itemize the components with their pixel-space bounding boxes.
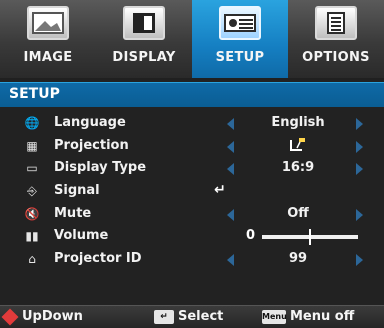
enter-icon: ↵ xyxy=(154,310,174,324)
footer-hints: UpDown ↵ Select Menu Menu off xyxy=(0,305,384,328)
menu-tabs: IMAGE DISPLAY SETUP OPTIONS xyxy=(0,0,384,80)
right-arrow-icon[interactable] xyxy=(356,163,363,175)
menu-item-label: Projection xyxy=(54,138,129,153)
projector-id-icon: ⌂ xyxy=(28,252,36,266)
image-icon xyxy=(27,6,69,40)
enter-symbol: ↵ xyxy=(214,182,226,198)
tab-setup[interactable]: SETUP xyxy=(192,0,289,78)
left-arrow-icon[interactable] xyxy=(227,254,234,266)
left-arrow-icon[interactable] xyxy=(227,163,234,175)
projection-icon: ▦ xyxy=(26,139,38,153)
signal-icon: ⎆ xyxy=(27,184,37,198)
volume-value: 0 xyxy=(246,228,256,243)
section-header: SETUP xyxy=(0,82,384,107)
right-arrow-icon[interactable] xyxy=(356,141,363,153)
tab-display[interactable]: DISPLAY xyxy=(96,0,193,78)
projector-osd: IMAGE DISPLAY SETUP OPTIONS SETUP 🌐 Lang… xyxy=(0,0,384,328)
menu-item-label: Volume xyxy=(54,228,109,243)
menu-item-projector-id[interactable]: ⌂ Projector ID 99 xyxy=(0,248,384,270)
tab-options-label: OPTIONS xyxy=(302,50,370,65)
tab-options[interactable]: OPTIONS xyxy=(288,0,384,78)
menu-item-signal[interactable]: ⎆ Signal ↵ xyxy=(0,180,384,202)
projection-mode-icon xyxy=(258,136,338,158)
menu-icon: Menu xyxy=(262,310,287,324)
menu-item-label: Display Type xyxy=(54,160,147,175)
mute-icon: 🔇 xyxy=(24,207,40,221)
menu-item-volume[interactable]: ▮▮ Volume 0 xyxy=(0,225,384,247)
volume-icon: ▮▮ xyxy=(25,229,39,243)
tab-display-label: DISPLAY xyxy=(112,50,176,65)
menu-off-label: Menu off xyxy=(290,309,355,324)
left-arrow-icon[interactable] xyxy=(227,118,234,130)
menu-item-mute[interactable]: 🔇 Mute Off xyxy=(0,203,384,225)
menu-item-label: Signal xyxy=(54,183,100,198)
menu-item-value: English xyxy=(271,115,325,130)
menu-item-label: Projector ID xyxy=(54,251,142,266)
updown-icon xyxy=(1,308,19,326)
language-icon: 🌐 xyxy=(24,116,40,130)
left-arrow-icon[interactable] xyxy=(227,209,234,221)
right-arrow-icon[interactable] xyxy=(356,254,363,266)
menu-item-projection[interactable]: ▦ Projection xyxy=(0,135,384,157)
menu-item-display-type[interactable]: ▭ Display Type 16:9 xyxy=(0,157,384,179)
select-label: Select xyxy=(178,309,224,324)
left-arrow-icon[interactable] xyxy=(227,141,234,153)
updown-label: UpDown xyxy=(22,309,83,324)
menu-item-language[interactable]: 🌐 Language English xyxy=(0,112,384,134)
menu-item-label: Mute xyxy=(54,206,92,221)
setup-menu-list: 🌐 Language English ▦ Projection ▭ Displa… xyxy=(0,112,384,287)
volume-slider-thumb[interactable] xyxy=(309,229,311,245)
tab-image[interactable]: IMAGE xyxy=(0,0,97,78)
right-arrow-icon[interactable] xyxy=(356,118,363,130)
menu-item-value: Off xyxy=(287,206,309,221)
menu-item-label: Language xyxy=(54,115,126,130)
menu-item-value: 99 xyxy=(288,251,308,266)
right-arrow-icon[interactable] xyxy=(356,209,363,221)
section-title: SETUP xyxy=(9,86,60,102)
tab-setup-label: SETUP xyxy=(215,50,265,65)
display-icon xyxy=(123,6,165,40)
setup-icon xyxy=(219,6,261,40)
display-type-icon: ▭ xyxy=(26,161,38,175)
options-icon xyxy=(315,6,357,40)
volume-slider[interactable] xyxy=(262,229,358,245)
tab-image-label: IMAGE xyxy=(23,50,73,65)
menu-item-value: 16:9 xyxy=(281,160,315,175)
